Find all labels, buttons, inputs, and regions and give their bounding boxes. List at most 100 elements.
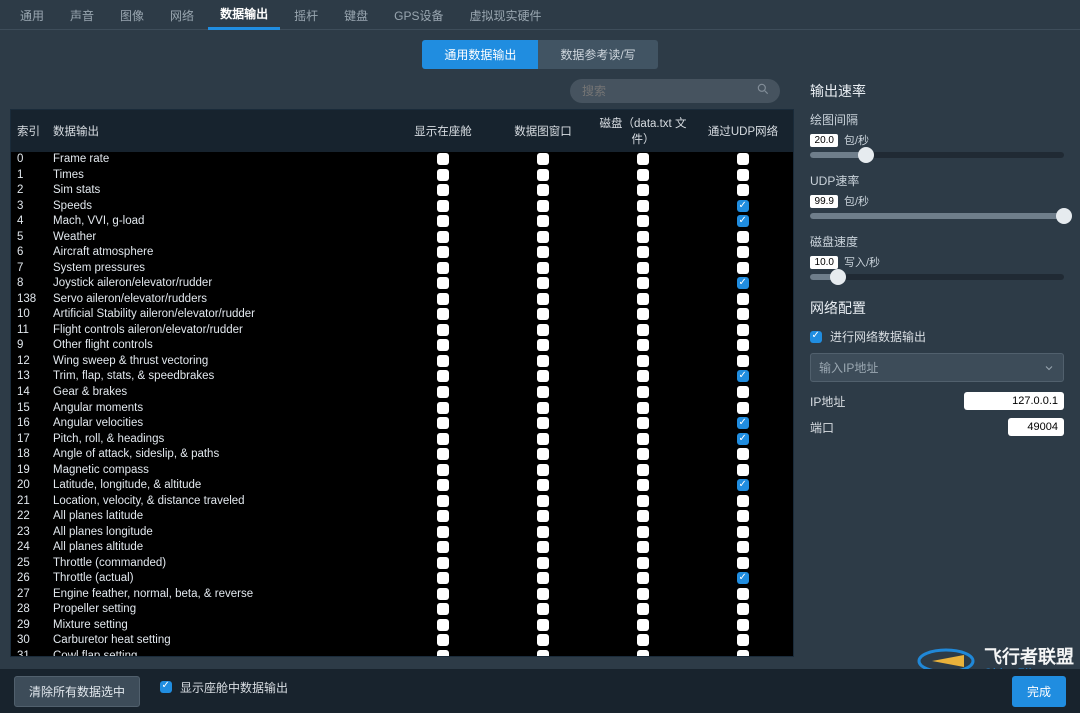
checkbox-cockpit[interactable] <box>437 619 449 631</box>
enable-network-output-checkbox[interactable] <box>810 331 822 343</box>
checkbox-cockpit[interactable] <box>437 603 449 615</box>
checkbox-cockpit[interactable] <box>437 541 449 553</box>
checkbox-udp[interactable] <box>737 153 749 165</box>
checkbox-cockpit[interactable] <box>437 464 449 476</box>
checkbox-udp[interactable] <box>737 479 749 491</box>
checkbox-graph[interactable] <box>537 572 549 584</box>
top-tab-0[interactable]: 通用 <box>8 1 56 29</box>
checkbox-disk[interactable] <box>637 386 649 398</box>
checkbox-cockpit[interactable] <box>437 246 449 258</box>
checkbox-cockpit[interactable] <box>437 495 449 507</box>
checkbox-udp[interactable] <box>737 402 749 414</box>
checkbox-disk[interactable] <box>637 650 649 657</box>
slider-knob[interactable] <box>830 269 846 285</box>
top-tab-4[interactable]: 数据输出 <box>208 0 280 30</box>
checkbox-cockpit[interactable] <box>437 526 449 538</box>
slider-track[interactable] <box>810 274 1064 280</box>
checkbox-cockpit[interactable] <box>437 634 449 646</box>
checkbox-graph[interactable] <box>537 246 549 258</box>
checkbox-graph[interactable] <box>537 557 549 569</box>
checkbox-graph[interactable] <box>537 277 549 289</box>
checkbox-disk[interactable] <box>637 169 649 181</box>
checkbox-disk[interactable] <box>637 277 649 289</box>
checkbox-udp[interactable] <box>737 526 749 538</box>
checkbox-graph[interactable] <box>537 433 549 445</box>
checkbox-udp[interactable] <box>737 308 749 320</box>
checkbox-graph[interactable] <box>537 417 549 429</box>
checkbox-cockpit[interactable] <box>437 215 449 227</box>
checkbox-udp[interactable] <box>737 246 749 258</box>
checkbox-disk[interactable] <box>637 246 649 258</box>
top-tab-2[interactable]: 图像 <box>108 1 156 29</box>
checkbox-udp[interactable] <box>737 588 749 600</box>
checkbox-cockpit[interactable] <box>437 510 449 522</box>
checkbox-udp[interactable] <box>737 417 749 429</box>
checkbox-udp[interactable] <box>737 339 749 351</box>
checkbox-disk[interactable] <box>637 588 649 600</box>
checkbox-graph[interactable] <box>537 402 549 414</box>
checkbox-cockpit[interactable] <box>437 324 449 336</box>
checkbox-cockpit[interactable] <box>437 200 449 212</box>
checkbox-cockpit[interactable] <box>437 588 449 600</box>
top-tab-8[interactable]: 虚拟现实硬件 <box>457 1 553 29</box>
checkbox-graph[interactable] <box>537 634 549 646</box>
checkbox-disk[interactable] <box>637 557 649 569</box>
checkbox-udp[interactable] <box>737 557 749 569</box>
checkbox-udp[interactable] <box>737 572 749 584</box>
checkbox-graph[interactable] <box>537 526 549 538</box>
checkbox-cockpit[interactable] <box>437 355 449 367</box>
checkbox-disk[interactable] <box>637 572 649 584</box>
checkbox-graph[interactable] <box>537 510 549 522</box>
checkbox-graph[interactable] <box>537 169 549 181</box>
checkbox-graph[interactable] <box>537 603 549 615</box>
checkbox-cockpit[interactable] <box>437 277 449 289</box>
checkbox-udp[interactable] <box>737 293 749 305</box>
sub-tab-general-output[interactable]: 通用数据输出 <box>422 40 538 69</box>
checkbox-graph[interactable] <box>537 262 549 274</box>
checkbox-disk[interactable] <box>637 433 649 445</box>
checkbox-udp[interactable] <box>737 262 749 274</box>
checkbox-disk[interactable] <box>637 200 649 212</box>
checkbox-disk[interactable] <box>637 495 649 507</box>
checkbox-udp[interactable] <box>737 541 749 553</box>
checkbox-udp[interactable] <box>737 448 749 460</box>
checkbox-graph[interactable] <box>537 293 549 305</box>
slider-track[interactable] <box>810 213 1064 219</box>
checkbox-disk[interactable] <box>637 231 649 243</box>
checkbox-disk[interactable] <box>637 262 649 274</box>
checkbox-udp[interactable] <box>737 433 749 445</box>
checkbox-udp[interactable] <box>737 169 749 181</box>
checkbox-disk[interactable] <box>637 479 649 491</box>
checkbox-disk[interactable] <box>637 448 649 460</box>
checkbox-graph[interactable] <box>537 324 549 336</box>
checkbox-udp[interactable] <box>737 386 749 398</box>
checkbox-cockpit[interactable] <box>437 293 449 305</box>
checkbox-graph[interactable] <box>537 200 549 212</box>
checkbox-udp[interactable] <box>737 324 749 336</box>
checkbox-cockpit[interactable] <box>437 370 449 382</box>
checkbox-graph[interactable] <box>537 153 549 165</box>
checkbox-udp[interactable] <box>737 231 749 243</box>
checkbox-disk[interactable] <box>637 603 649 615</box>
checkbox-cockpit[interactable] <box>437 557 449 569</box>
checkbox-udp[interactable] <box>737 370 749 382</box>
checkbox-disk[interactable] <box>637 510 649 522</box>
checkbox-disk[interactable] <box>637 184 649 196</box>
top-tab-3[interactable]: 网络 <box>158 1 206 29</box>
checkbox-udp[interactable] <box>737 355 749 367</box>
slider-knob[interactable] <box>858 147 874 163</box>
sub-tab-data-ref-rw[interactable]: 数据参考读/写 <box>538 40 657 69</box>
checkbox-graph[interactable] <box>537 308 549 320</box>
clear-all-button[interactable]: 清除所有数据选中 <box>14 676 140 707</box>
checkbox-graph[interactable] <box>537 650 549 657</box>
search-input[interactable] <box>570 79 780 103</box>
checkbox-disk[interactable] <box>637 526 649 538</box>
checkbox-graph[interactable] <box>537 215 549 227</box>
checkbox-disk[interactable] <box>637 464 649 476</box>
checkbox-graph[interactable] <box>537 184 549 196</box>
checkbox-udp[interactable] <box>737 603 749 615</box>
checkbox-cockpit[interactable] <box>437 402 449 414</box>
top-tab-1[interactable]: 声音 <box>58 1 106 29</box>
checkbox-cockpit[interactable] <box>437 153 449 165</box>
checkbox-cockpit[interactable] <box>437 448 449 460</box>
